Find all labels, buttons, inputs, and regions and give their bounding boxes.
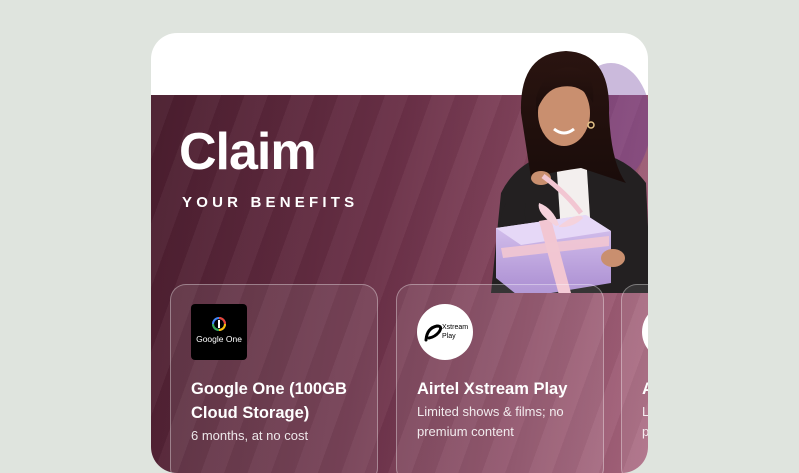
xstream-logo-text-line2: Play [442,333,456,340]
offer-description: 6 months, at no cost [191,428,309,443]
airtel-swirl-icon [424,324,443,342]
offer-description: Limited shows & films; no premium conten… [417,404,564,439]
woman-with-gift-illustration [491,51,648,293]
offer-card-google-one[interactable]: Google One Google One (100GB Cloud Stora… [170,284,378,473]
offer-card-partial[interactable]: A L p [621,284,648,473]
partial-logo [642,304,648,360]
google-one-icon [212,317,226,331]
airtel-xstream-logo: Xstream Play [417,304,473,360]
offer-title: Google One (100GB Cloud Storage) [191,380,347,422]
page-subtitle: YOUR BENEFITS [182,194,359,211]
offer-description: L p [642,404,648,439]
page-title: Claim [179,123,317,181]
google-one-logo: Google One [191,304,247,360]
offer-title: Airtel Xstream Play [417,380,568,398]
xstream-logo-text-line1: Xstream [442,324,469,331]
google-one-logo-text: Google One [196,334,242,344]
benefits-card: Claim YOUR BENEFITS Google One Google On… [151,33,648,473]
offer-card-airtel-xstream[interactable]: Xstream Play Airtel Xstream Play Limited… [396,284,604,473]
offer-title: A [642,380,648,398]
